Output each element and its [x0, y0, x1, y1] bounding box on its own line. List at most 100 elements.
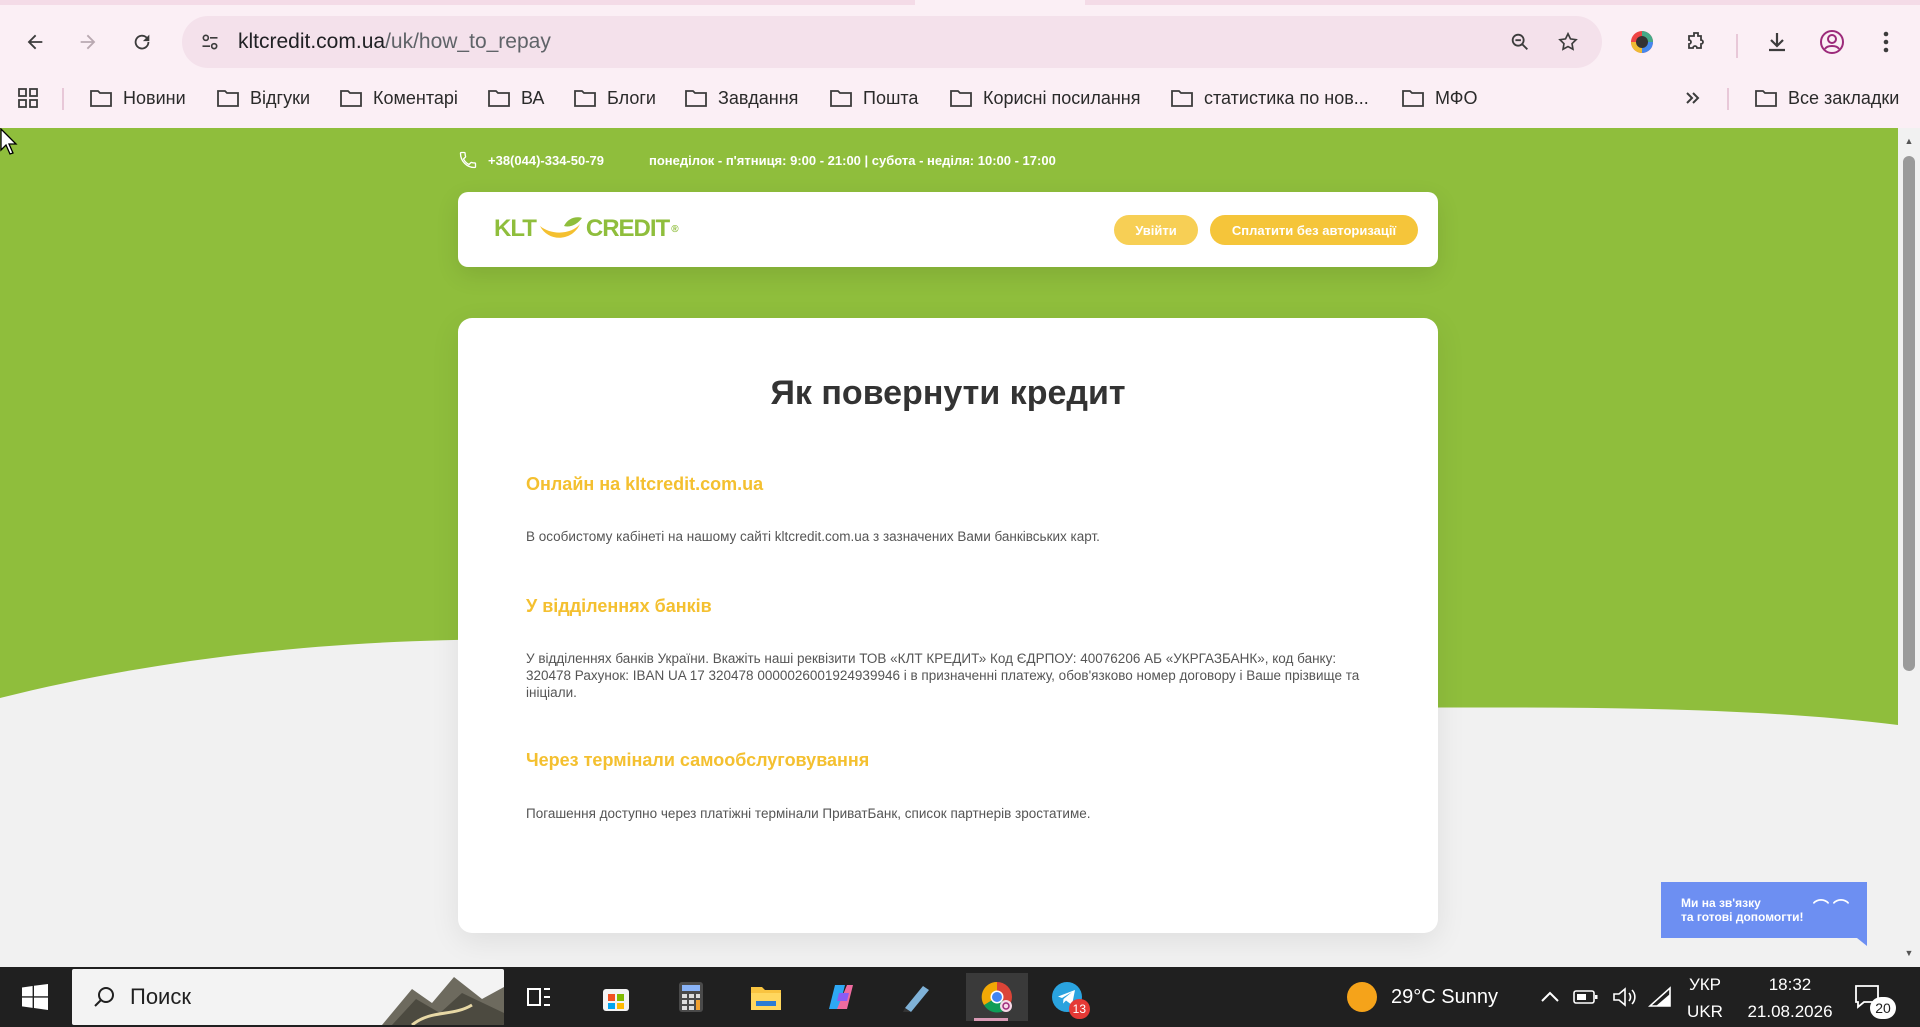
phone-number[interactable]: +38(044)-334-50-79: [488, 153, 604, 168]
page-scrollbar[interactable]: ▲ ▼: [1898, 128, 1920, 967]
battery-icon[interactable]: [1573, 967, 1599, 1027]
weather-text: 29°C Sunny: [1391, 985, 1498, 1008]
folder-icon: [685, 90, 707, 107]
bookmark-folder[interactable]: статистика по нов...: [1170, 82, 1369, 114]
clock-date: 21.08.2026: [1747, 1002, 1833, 1021]
registered-mark: ®: [671, 223, 678, 235]
section-text-banks: У відділеннях банків України. Вкажіть на…: [526, 651, 1360, 700]
extensions-puzzle-icon[interactable]: [1679, 24, 1715, 60]
bookmark-folder[interactable]: Коментарі: [339, 82, 458, 114]
pay-without-auth-button[interactable]: Сплатити без авторизації: [1210, 215, 1418, 245]
language-indicator[interactable]: УКР UKR: [1680, 971, 1730, 1025]
section-heading-terminals: Через термінали самообслуговування: [526, 750, 870, 770]
weather-widget[interactable]: 29°C Sunny: [1347, 967, 1498, 1027]
active-tab[interactable]: [915, 0, 1085, 5]
telegram-unread-badge: 13: [1068, 999, 1090, 1019]
more-bookmarks-chevron-icon[interactable]: [1683, 82, 1703, 114]
bookmarks-separator: [62, 88, 64, 110]
microsoft-store-icon[interactable]: [591, 973, 641, 1021]
clock[interactable]: 18:32 21.08.2026: [1740, 971, 1840, 1025]
notepad-pen-icon[interactable]: [891, 973, 941, 1021]
arrow-right-icon: [80, 34, 96, 50]
url-text: kltcredit.com.ua/uk/how_to_repay: [238, 30, 551, 54]
calculator-icon[interactable]: [666, 973, 716, 1021]
show-hidden-icons-chevron-icon[interactable]: [1540, 967, 1560, 1027]
bookmark-folder[interactable]: Блоги: [573, 82, 656, 114]
task-view-icon[interactable]: [514, 973, 564, 1021]
tab-strip: [0, 0, 1920, 5]
start-button[interactable]: [0, 967, 70, 1027]
wifi-icon[interactable]: [1648, 967, 1672, 1027]
back-button[interactable]: [17, 24, 53, 60]
mouse-cursor-icon: [0, 128, 18, 155]
bookmark-folder[interactable]: Відгуки: [216, 82, 310, 114]
bookmark-folder[interactable]: Пошта: [829, 82, 918, 114]
folder-icon: [217, 90, 239, 107]
bookmark-label: Корисні посилання: [983, 87, 1141, 108]
bookmark-label: Пошта: [863, 87, 919, 108]
bookmark-folder[interactable]: ВА: [487, 82, 544, 114]
bookmark-folder[interactable]: Завдання: [684, 82, 798, 114]
forward-button[interactable]: [70, 24, 106, 60]
repay-content-card: Як повернути кредит Онлайн на kltcredit.…: [458, 318, 1438, 933]
logo-text-right: CREDIT: [585, 215, 670, 242]
folder-icon: [1171, 90, 1193, 107]
bookmarks-separator: [1727, 88, 1729, 110]
folder-icon: [950, 90, 972, 107]
url-domain: kltcredit.com.ua: [238, 30, 386, 53]
bookmark-folder[interactable]: Корисні посилання: [949, 82, 1140, 114]
bookmark-star-icon[interactable]: [1554, 28, 1582, 56]
chrome-taskbar-icon[interactable]: [966, 973, 1028, 1021]
bookmark-folder[interactable]: Новини: [89, 82, 186, 114]
menu-kebab-icon[interactable]: [1868, 24, 1904, 60]
folder-icon: [830, 90, 852, 107]
toolbar-separator: [1736, 34, 1738, 58]
bookmark-label: Коментарі: [373, 87, 458, 108]
reload-button[interactable]: [124, 24, 160, 60]
all-bookmarks[interactable]: Все закладки: [1754, 82, 1899, 114]
login-button[interactable]: Увійти: [1114, 215, 1198, 245]
lang-bottom: UKR: [1687, 1002, 1723, 1021]
bookmark-label: Відгуки: [250, 87, 311, 108]
folder-icon: [574, 90, 596, 107]
klt-credit-logo[interactable]: KLT CREDIT ®: [494, 214, 679, 244]
scroll-thumb[interactable]: [1903, 156, 1915, 671]
section-heading-online: Онлайн на kltcredit.com.ua: [526, 474, 764, 494]
working-hours: понеділок - п'ятниця: 9:00 - 21:00 | суб…: [649, 152, 1056, 168]
volume-icon[interactable]: [1612, 967, 1638, 1027]
chat-eyes-icon: ⌒⌒: [1812, 900, 1853, 917]
bookmarks-bar: Новини Відгуки Коментарі ВА Блоги Завдан…: [0, 78, 1920, 118]
address-bar[interactable]: kltcredit.com.ua/uk/how_to_repay: [182, 16, 1602, 68]
site-header: KLT CREDIT ® Увійти Сплатити без авториз…: [458, 192, 1438, 267]
chat-widget[interactable]: Ми на зв'язку та готові допомогти! ⌒⌒: [1661, 882, 1867, 946]
copilot-icon[interactable]: [816, 973, 866, 1021]
windows-taskbar: Поиск 13 29°C Sunny УКР UKR 18:32 21.08.…: [0, 967, 1920, 1027]
site-info-icon[interactable]: [196, 28, 224, 56]
search-icon: [94, 987, 114, 1007]
zoom-icon[interactable]: [1506, 28, 1534, 56]
url-path: /uk/how_to_repay: [385, 30, 551, 53]
notifications-button[interactable]: 20: [1854, 967, 1896, 1027]
scroll-down-arrow-icon[interactable]: ▼: [1903, 948, 1915, 958]
section-text-online: В особистому кабінеті на нашому сайті kl…: [526, 529, 1100, 544]
profile-icon[interactable]: [1814, 24, 1850, 60]
taskbar-search[interactable]: Поиск: [72, 969, 504, 1025]
page-viewport: +38(044)-334-50-79 понеділок - п'ятниця:…: [0, 128, 1898, 967]
logo-text-left: KLT: [494, 215, 537, 242]
apps-grid-icon[interactable]: [16, 82, 40, 114]
color-extension-icon[interactable]: [1624, 24, 1660, 60]
scroll-up-arrow-icon[interactable]: ▲: [1903, 136, 1915, 146]
folder-icon: [90, 90, 112, 107]
file-explorer-icon[interactable]: [741, 973, 791, 1021]
browser-toolbar: kltcredit.com.ua/uk/how_to_repay: [0, 14, 1920, 70]
all-bookmarks-label: Все закладки: [1788, 87, 1900, 108]
downloads-icon[interactable]: [1759, 24, 1795, 60]
bookmark-folder[interactable]: МФО: [1401, 82, 1477, 114]
page-title: Як повернути кредит: [770, 374, 1126, 412]
telegram-icon[interactable]: 13: [1042, 973, 1092, 1021]
phone-icon: [459, 151, 477, 169]
notification-count-badge: 20: [1870, 997, 1896, 1019]
bookmark-label: МФО: [1435, 87, 1478, 108]
section-text-terminals: Погашення доступно через платіжні термін…: [526, 806, 1091, 821]
browser-chrome: kltcredit.com.ua/uk/how_to_repay Новини …: [0, 0, 1920, 128]
